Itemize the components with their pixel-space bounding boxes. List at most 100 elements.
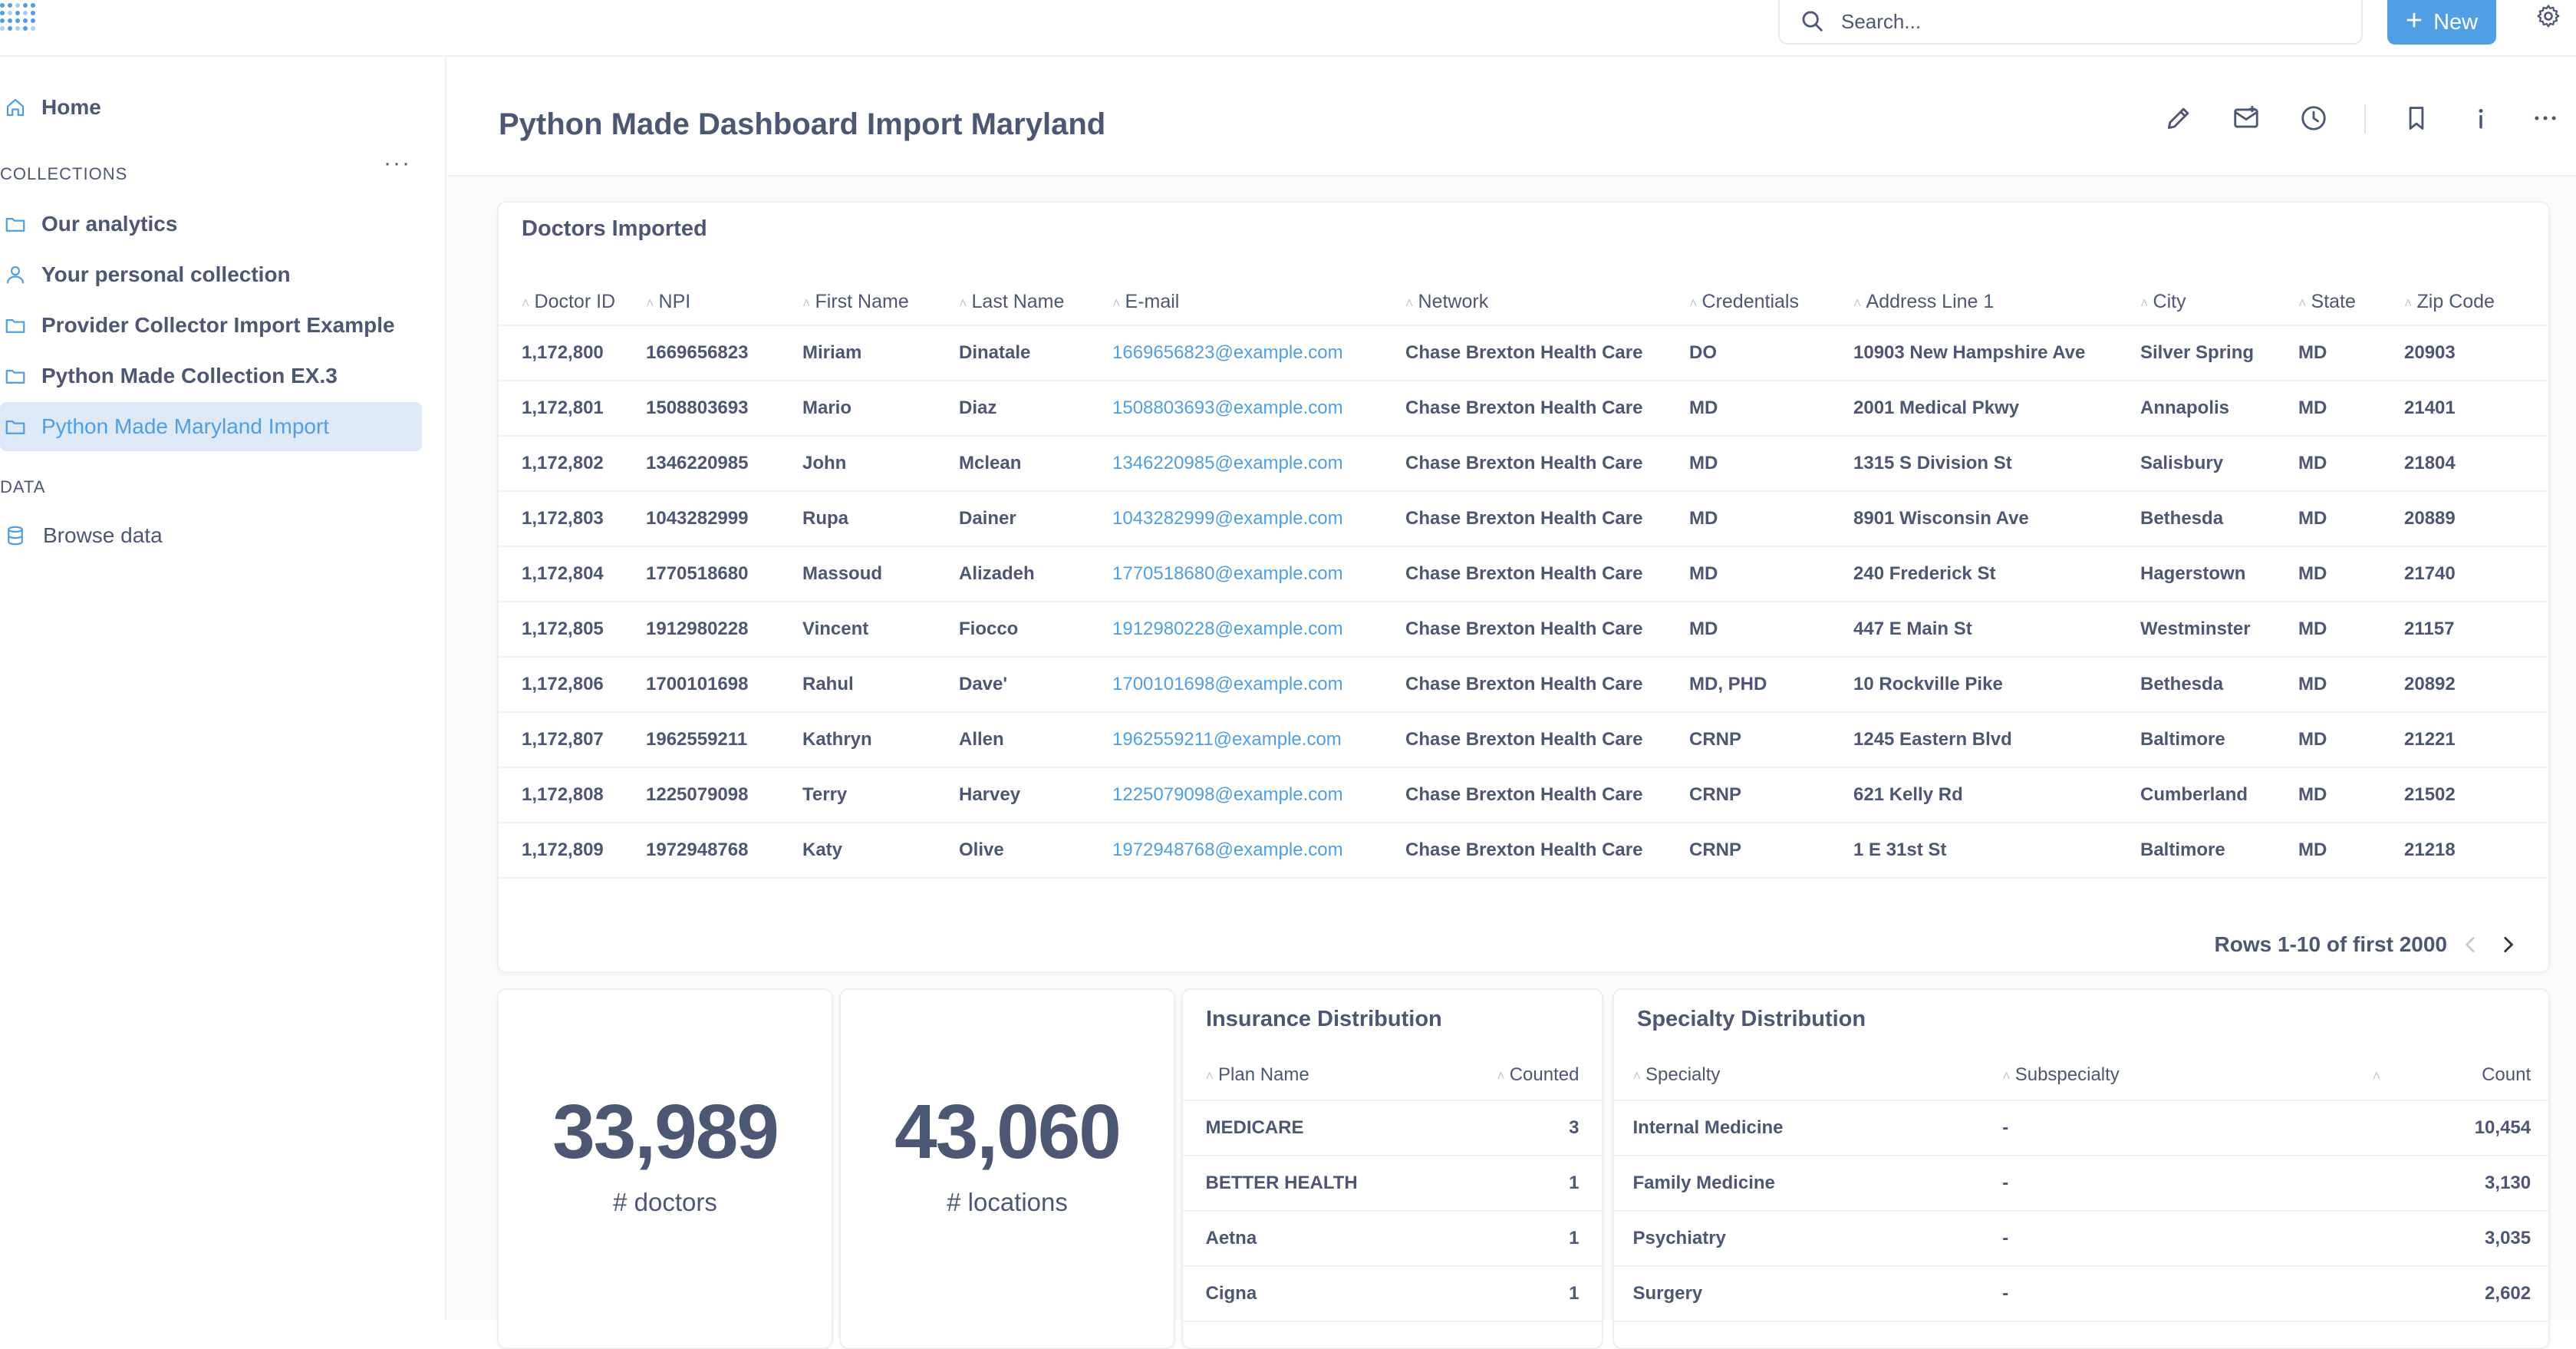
table-row[interactable]: Internal Medicine -10,454: [1614, 1100, 2548, 1156]
doctors-table: ˄ Doctor ID ˄ NPI ˄ First Name ˄ Last Name ˄…: [499, 279, 2548, 879]
pencil-icon[interactable]: [2162, 101, 2196, 135]
table-cell: Bethesda: [2140, 490, 2298, 546]
table-cell[interactable]: 1225079098@example.com: [1112, 767, 1405, 823]
table-row[interactable]: 1,172,803 1043282999 Rupa Dainer 1043282999@…: [499, 490, 2548, 546]
table-row[interactable]: 1,172,809 1972948768 Katy Olive 1972948768@e…: [499, 822, 2548, 879]
table-row[interactable]: BETTER HEALTH 1: [1183, 1156, 1602, 1212]
table-cell: MD: [2298, 435, 2404, 491]
table-cell: Chase Brexton Health Care: [1405, 490, 1689, 546]
table-cell[interactable]: 1508803693@example.com: [1112, 380, 1405, 436]
column-header[interactable]: ˄ Subspecialty ˄: [2002, 1050, 2386, 1101]
search-input[interactable]: Search...: [1778, 0, 2363, 45]
table-row[interactable]: 1,172,806 1700101698 Rahul Dave' 1700101698@…: [499, 656, 2548, 712]
column-header[interactable]: ˄ State: [2298, 279, 2404, 325]
column-header[interactable]: ˄ Counted: [1464, 1050, 1580, 1101]
table-row[interactable]: Surgery -2,602: [1614, 1266, 2548, 1322]
table-row[interactable]: 1,172,807 1962559211 Kathryn Allen 196255921…: [499, 711, 2548, 767]
table-cell: 1770518680: [646, 546, 802, 602]
column-header[interactable]: ˄ Plan Name: [1205, 1050, 1465, 1101]
page-title[interactable]: Python Made Dashboard Import Maryland: [499, 107, 1105, 142]
sidebar-item-personal-collection[interactable]: Your personal collection: [0, 250, 291, 299]
table-cell: Hagerstown: [2140, 546, 2298, 602]
sidebar-item-python-maryland-import[interactable]: Python Made Maryland Import: [0, 402, 422, 451]
sidebar-item-browse-data[interactable]: Browse data: [0, 511, 163, 560]
table-cell[interactable]: 1043282999@example.com: [1112, 490, 1405, 546]
kpi-value[interactable]: 43,060: [841, 1088, 1174, 1176]
table-cell[interactable]: 1346220985@example.com: [1112, 435, 1405, 491]
bookmark-icon[interactable]: [2400, 101, 2433, 135]
table-cell: Miriam: [802, 325, 959, 381]
clock-icon[interactable]: [2297, 101, 2331, 135]
table-row[interactable]: 1,172,802 1346220985 John Mclean 1346220985@…: [499, 435, 2548, 491]
table-cell: Silver Spring: [2140, 325, 2298, 381]
column-header[interactable]: ˄ Credentials: [1689, 279, 1853, 325]
chevron-left-icon[interactable]: [2458, 932, 2484, 958]
table-row[interactable]: Family Medicine -3,130: [1614, 1156, 2548, 1212]
table-cell: Chase Brexton Health Care: [1405, 435, 1689, 491]
kpi-locations-card: 43,060 # locations: [839, 988, 1175, 1349]
column-header[interactable]: ˄ First Name: [802, 279, 959, 325]
table-row[interactable]: Aetna 1: [1183, 1211, 1602, 1267]
new-button[interactable]: + New: [2387, 0, 2496, 45]
row-spacer: [2531, 1266, 2548, 1322]
card-title: Insurance Distribution: [1206, 1007, 1442, 1031]
column-header[interactable]: ˄ E-mail: [1112, 279, 1405, 325]
table-cell: Chase Brexton Health Care: [1405, 822, 1689, 879]
sidebar-item-our-analytics[interactable]: Our analytics: [0, 200, 177, 249]
subscription-icon[interactable]: [2229, 101, 2263, 135]
metabase-logo-icon[interactable]: [0, 0, 38, 35]
column-header[interactable]: ˄ Last Name: [959, 279, 1112, 325]
collections-header: COLLECTIONS: [0, 164, 128, 183]
table-cell[interactable]: 1700101698@example.com: [1112, 656, 1405, 712]
table-cell: MD: [2298, 711, 2404, 767]
row-spacer: [499, 380, 522, 436]
column-header[interactable]: ˄ NPI: [646, 279, 802, 325]
table-row[interactable]: 1,172,800 1669656823 Miriam Dinatale 1669656…: [499, 325, 2548, 381]
collections-options-icon[interactable]: ···: [384, 150, 411, 176]
table-row[interactable]: 1,172,801 1508803693 Mario Diaz 1508803693@e…: [499, 380, 2548, 436]
table-cell: Dinatale: [959, 325, 1112, 381]
chevron-right-icon[interactable]: [2495, 932, 2521, 958]
table-cell[interactable]: 1669656823@example.com: [1112, 325, 1405, 381]
table-cell: 1043282999: [646, 490, 802, 546]
column-header[interactable]: ˄ Address Line 1: [1853, 279, 2140, 325]
column-header[interactable]: Count: [2385, 1050, 2532, 1101]
sidebar-item-label: Python Made Collection EX.3: [41, 364, 338, 388]
sidebar-item-provider-collector[interactable]: Provider Collector Import Example: [0, 301, 395, 350]
table-cell[interactable]: 1912980228@example.com: [1112, 601, 1405, 657]
table-row[interactable]: 1,172,804 1770518680 Massoud Alizadeh 177051…: [499, 546, 2548, 602]
table-cell: Olive: [959, 822, 1112, 879]
info-icon[interactable]: [2464, 101, 2498, 135]
person-icon: [3, 262, 28, 287]
table-cell: MD: [2298, 822, 2404, 879]
kpi-value[interactable]: 33,989: [499, 1088, 832, 1176]
table-cell: Aetna: [1205, 1211, 1465, 1267]
sidebar-item-home[interactable]: Home: [0, 83, 101, 132]
more-options-icon[interactable]: [2528, 101, 2562, 135]
table-cell: 1 E 31st St: [1853, 822, 2140, 879]
table-cell: 21804: [2404, 435, 2548, 491]
table-cell[interactable]: 1972948768@example.com: [1112, 822, 1405, 879]
table-row[interactable]: MEDICARE 3: [1183, 1100, 1602, 1156]
column-header[interactable]: ˄ Specialty: [1632, 1050, 2003, 1101]
gear-icon[interactable]: [2535, 3, 2563, 31]
table-cell: 1,172,801: [522, 380, 646, 436]
sidebar-item-python-collection-ex3[interactable]: Python Made Collection EX.3: [0, 351, 338, 401]
table-cell: -: [2002, 1100, 2386, 1156]
folder-icon: [3, 414, 28, 439]
column-header[interactable]: ˄ Network: [1405, 279, 1689, 325]
table-row[interactable]: Psychiatry -3,035: [1614, 1211, 2548, 1267]
column-header[interactable]: ˄ City: [2140, 279, 2298, 325]
table-cell: Mclean: [959, 435, 1112, 491]
table-cell: CRNP: [1689, 767, 1853, 823]
table-row[interactable]: 1,172,805 1912980228 Vincent Fiocco 19129802…: [499, 601, 2548, 657]
column-header[interactable]: ˄ Doctor ID: [522, 279, 646, 325]
table-row[interactable]: Cigna 1: [1183, 1266, 1602, 1322]
table-row[interactable]: 1,172,808 1225079098 Terry Harvey 1225079098…: [499, 767, 2548, 823]
column-header[interactable]: ˄ Zip Code: [2404, 279, 2548, 325]
table-cell: -: [2002, 1266, 2386, 1322]
dashboard-header: Python Made Dashboard Import Maryland: [448, 57, 2576, 176]
table-cell[interactable]: 1962559211@example.com: [1112, 711, 1405, 767]
table-cell[interactable]: 1770518680@example.com: [1112, 546, 1405, 602]
table-cell: Rahul: [802, 656, 959, 712]
